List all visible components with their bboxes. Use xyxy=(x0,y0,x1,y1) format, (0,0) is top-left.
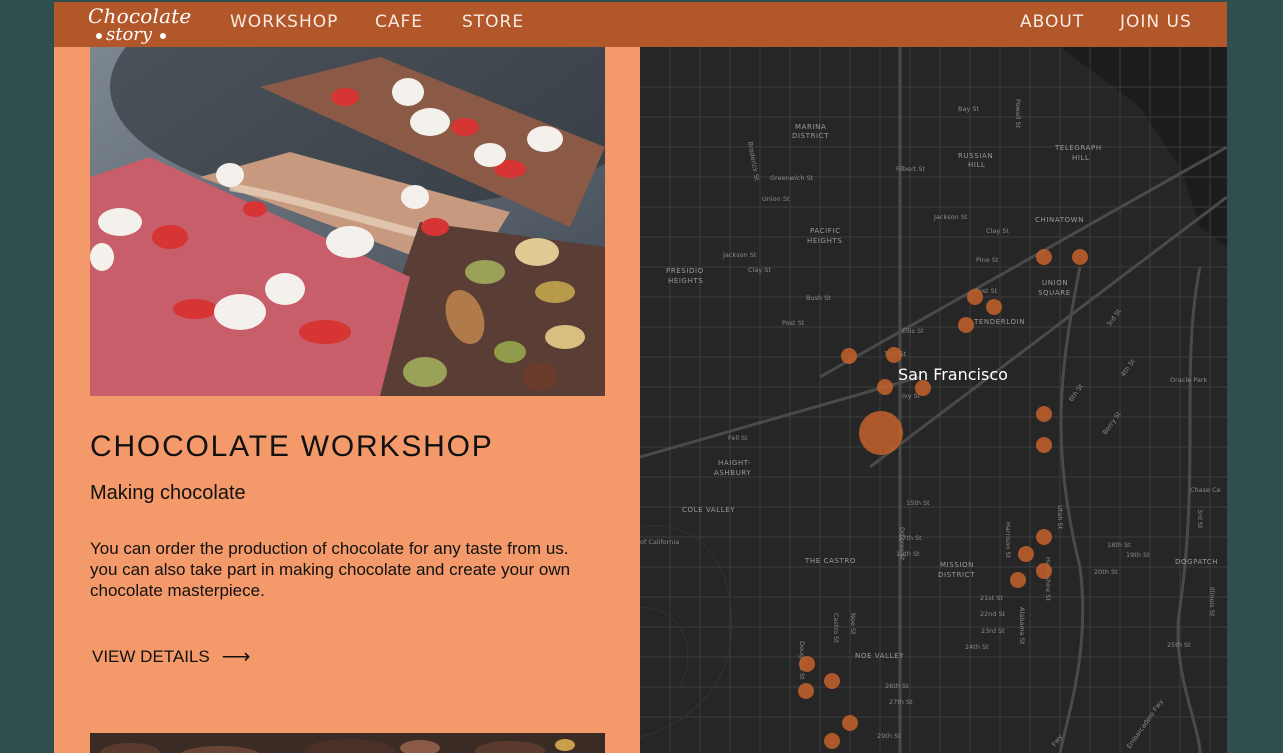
workshop-subtitle: Making chocolate xyxy=(90,482,246,504)
svg-text:DISTRICT: DISTRICT xyxy=(792,132,829,140)
svg-text:Bay St: Bay St xyxy=(958,105,979,113)
svg-text:RUSSIAN: RUSSIAN xyxy=(958,152,993,160)
svg-text:Greenwich St: Greenwich St xyxy=(770,174,814,182)
nav-join-us[interactable]: JOIN US xyxy=(1120,12,1192,32)
svg-text:18th St: 18th St xyxy=(1107,541,1131,549)
svg-text:Clay St: Clay St xyxy=(748,266,771,274)
svg-text:Harrison St: Harrison St xyxy=(1004,522,1012,559)
svg-text:NOE VALLEY: NOE VALLEY xyxy=(855,652,904,660)
second-card-photo xyxy=(90,733,605,753)
svg-text:Illinois St: Illinois St xyxy=(1208,587,1216,617)
nav-workshop[interactable]: WORKSHOP xyxy=(230,12,338,32)
svg-text:Union St: Union St xyxy=(762,195,790,203)
svg-text:DISTRICT: DISTRICT xyxy=(938,571,975,579)
svg-text:HILL: HILL xyxy=(968,161,986,169)
svg-text:Chase Ce: Chase Ce xyxy=(1190,486,1221,494)
view-details-link[interactable]: VIEW DETAILS ⟶ xyxy=(92,644,250,669)
svg-text:Clay St: Clay St xyxy=(986,227,1009,235)
svg-text:Utah St: Utah St xyxy=(1056,505,1064,530)
svg-text:Oracle Park: Oracle Park xyxy=(1170,376,1207,384)
chocolate-bars-photo xyxy=(90,47,605,396)
svg-text:Post St: Post St xyxy=(782,319,805,327)
workshop-description: You can order the production of chocolat… xyxy=(90,539,571,600)
nav-store[interactable]: STORE xyxy=(462,12,524,32)
svg-text:TENDERLOIN: TENDERLOIN xyxy=(973,318,1025,326)
nav-cafe[interactable]: CAFE xyxy=(375,12,423,32)
svg-text:Pine St: Pine St xyxy=(976,256,999,264)
svg-text:Jackson St: Jackson St xyxy=(722,251,757,259)
svg-text:CHINATOWN: CHINATOWN xyxy=(1035,216,1084,224)
svg-text:24th St: 24th St xyxy=(965,643,989,651)
svg-text:HEIGHTS: HEIGHTS xyxy=(807,237,842,245)
svg-text:UNION: UNION xyxy=(1042,279,1068,287)
svg-text:ASHBURY: ASHBURY xyxy=(714,469,751,477)
workshop-title: CHOCOLATE WORKSHOP xyxy=(90,430,494,463)
svg-text:HAIGHT-: HAIGHT- xyxy=(718,459,751,467)
logo-dot-right xyxy=(160,33,166,39)
svg-text:15th St: 15th St xyxy=(906,499,930,507)
svg-text:SQUARE: SQUARE xyxy=(1038,289,1071,297)
brand-logo[interactable]: Chocolate story xyxy=(86,4,191,46)
logo-dot-left xyxy=(96,33,102,39)
svg-text:Noe St: Noe St xyxy=(849,613,857,635)
svg-text:Bush St: Bush St xyxy=(806,294,831,302)
top-navigation-bar: Chocolate story WORKSHOP CAFE STORE ABOU… xyxy=(54,0,1227,47)
nav-about[interactable]: ABOUT xyxy=(1020,12,1084,32)
svg-text:Ellis St: Ellis St xyxy=(902,327,924,335)
svg-text:29th St: 29th St xyxy=(877,732,901,740)
svg-text:Alabama St: Alabama St xyxy=(1018,607,1026,645)
locations-map[interactable]: MARINA DISTRICT RUSSIAN HILL TELEGRAPH H… xyxy=(640,47,1227,753)
svg-text:of California: of California xyxy=(640,538,679,546)
page: Chocolate story WORKSHOP CAFE STORE ABOU… xyxy=(54,0,1227,753)
svg-text:Filbert St: Filbert St xyxy=(896,165,925,173)
svg-text:21st St: 21st St xyxy=(980,594,1003,602)
brand-logo-line2: story xyxy=(106,24,153,45)
svg-text:COLE VALLEY: COLE VALLEY xyxy=(682,506,735,514)
svg-text:PRESIDIO: PRESIDIO xyxy=(666,267,704,275)
svg-text:26th St: 26th St xyxy=(885,682,909,690)
svg-text:25th St: 25th St xyxy=(1167,641,1191,649)
arrow-right-icon: ⟶ xyxy=(221,646,251,668)
svg-text:Powell St: Powell St xyxy=(1014,99,1022,129)
svg-text:20th St: 20th St xyxy=(1094,568,1118,576)
map-city-label: San Francisco xyxy=(898,365,1008,384)
svg-text:MARINA: MARINA xyxy=(795,123,826,131)
svg-text:HILL: HILL xyxy=(1072,154,1090,162)
svg-text:19th St: 19th St xyxy=(1126,551,1150,559)
svg-text:Fell St: Fell St xyxy=(728,434,748,442)
svg-text:22nd St: 22nd St xyxy=(980,610,1006,618)
svg-text:Castro St: Castro St xyxy=(832,613,840,643)
svg-text:PACIFIC: PACIFIC xyxy=(810,227,841,235)
svg-text:Jackson St: Jackson St xyxy=(933,213,968,221)
svg-text:HEIGHTS: HEIGHTS xyxy=(668,277,703,285)
workshop-card: CHOCOLATE WORKSHOP Making chocolate You … xyxy=(54,47,640,753)
svg-text:23rd St: 23rd St xyxy=(981,627,1005,635)
svg-text:THE CASTRO: THE CASTRO xyxy=(804,557,856,565)
svg-text:TELEGRAPH: TELEGRAPH xyxy=(1054,144,1102,152)
view-details-label: VIEW DETAILS xyxy=(92,646,210,666)
svg-text:Dolores St: Dolores St xyxy=(898,527,906,561)
svg-text:27th St: 27th St xyxy=(889,698,913,706)
svg-text:MISSION: MISSION xyxy=(940,561,974,569)
svg-text:DOGPATCH: DOGPATCH xyxy=(1175,558,1218,566)
svg-text:3rd St: 3rd St xyxy=(1196,509,1204,529)
